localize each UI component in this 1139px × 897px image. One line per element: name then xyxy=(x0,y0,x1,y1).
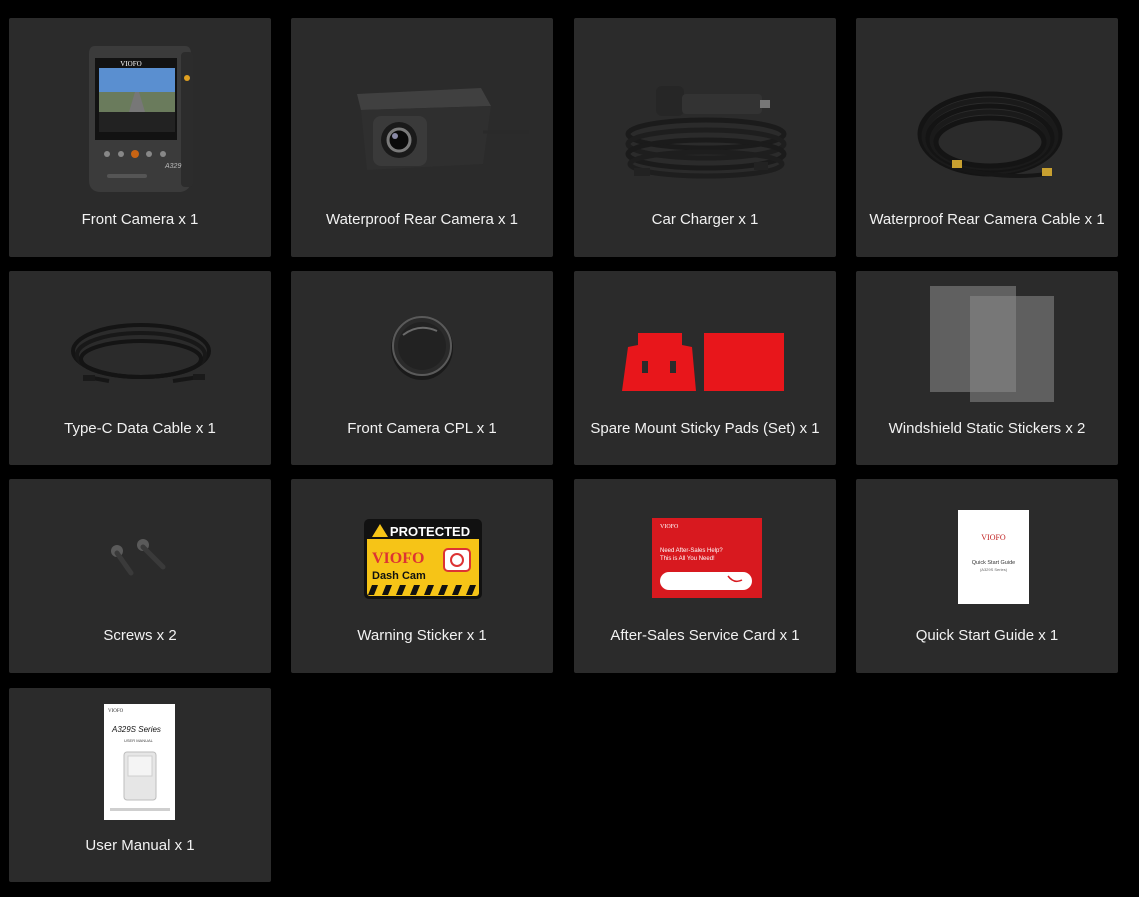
item-card-screws: Screws x 2 xyxy=(9,479,271,673)
item-card-user-manual: VIOFO A329S Series USER MANUAL User Manu… xyxy=(9,688,271,882)
rear-camera-icon xyxy=(353,82,533,172)
item-label: Waterproof Rear Camera Cable x 1 xyxy=(869,211,1105,228)
item-card-car-charger: Car Charger x 1 xyxy=(574,18,836,257)
dash-camera-model: A329 xyxy=(164,163,181,170)
service-card-line1: Need After-Sales Help? xyxy=(660,548,723,554)
screws-icon xyxy=(107,539,171,579)
usb-cable-icon xyxy=(69,319,213,391)
user-manual-icon: VIOFO A329S Series USER MANUAL xyxy=(104,704,175,820)
item-card-service-card: VIOFO Need After-Sales Help? This is All… xyxy=(574,479,836,673)
item-label: User Manual x 1 xyxy=(85,837,195,854)
coiled-cable-icon xyxy=(916,88,1066,186)
service-card-icon: VIOFO Need After-Sales Help? This is All… xyxy=(652,518,762,598)
sticker-brand: VIOFO xyxy=(372,550,424,567)
item-card-warning-sticker: PROTECTED VIOFO Dash Cam Warning Sticker… xyxy=(291,479,553,673)
service-card-line2: This is All You Need! xyxy=(660,556,715,562)
item-label: Car Charger x 1 xyxy=(651,211,759,228)
manual-title: A329S Series xyxy=(111,725,161,734)
manual-brand: VIOFO xyxy=(108,709,124,714)
manual-sub: USER MANUAL xyxy=(124,738,154,743)
item-card-sticky-pads: Spare Mount Sticky Pads (Set) x 1 xyxy=(574,271,836,465)
quick-start-guide-icon: VIOFO Quick Start Guide (A329S Series) xyxy=(958,510,1029,604)
item-label: Front Camera CPL x 1 xyxy=(347,420,497,437)
item-card-static-stickers: Windshield Static Stickers x 2 xyxy=(856,271,1118,465)
item-label: Front Camera x 1 xyxy=(81,211,199,228)
item-label: Waterproof Rear Camera x 1 xyxy=(325,211,518,228)
car-charger-icon xyxy=(624,82,789,186)
dash-camera-icon: VIOFO A329 xyxy=(87,42,197,192)
item-label: Spare Mount Sticky Pads (Set) x 1 xyxy=(590,420,820,437)
guide-sub: (A329S Series) xyxy=(980,567,1008,572)
static-stickers-icon xyxy=(930,286,1056,402)
item-label: Warning Sticker x 1 xyxy=(357,627,487,644)
sticker-top-text: PROTECTED xyxy=(390,524,470,539)
item-label: Windshield Static Stickers x 2 xyxy=(888,420,1086,437)
sticky-pads-icon xyxy=(622,333,786,393)
item-card-type-c-cable: Type-C Data Cable x 1 xyxy=(9,271,271,465)
item-label: After-Sales Service Card x 1 xyxy=(610,627,800,644)
item-card-front-camera: VIOFO A329 Front Camera x 1 xyxy=(9,18,271,257)
item-card-rear-camera: Waterproof Rear Camera x 1 xyxy=(291,18,553,257)
guide-title: Quick Start Guide xyxy=(972,560,1015,566)
cpl-filter-icon xyxy=(389,313,455,381)
item-label: Quick Start Guide x 1 xyxy=(915,627,1059,644)
guide-brand: VIOFO xyxy=(981,533,1006,542)
dash-camera-brand: VIOFO xyxy=(120,60,141,68)
item-card-quick-start-guide: VIOFO Quick Start Guide (A329S Series) Q… xyxy=(856,479,1118,673)
service-card-brand: VIOFO xyxy=(660,524,679,530)
item-card-cpl: Front Camera CPL x 1 xyxy=(291,271,553,465)
sticker-sub: Dash Cam xyxy=(372,570,426,582)
warning-sticker-icon: PROTECTED VIOFO Dash Cam xyxy=(364,519,482,599)
item-label: Type-C Data Cable x 1 xyxy=(64,420,216,437)
item-label: Screws x 2 xyxy=(103,627,177,644)
item-card-rear-camera-cable: Waterproof Rear Camera Cable x 1 xyxy=(856,18,1118,257)
